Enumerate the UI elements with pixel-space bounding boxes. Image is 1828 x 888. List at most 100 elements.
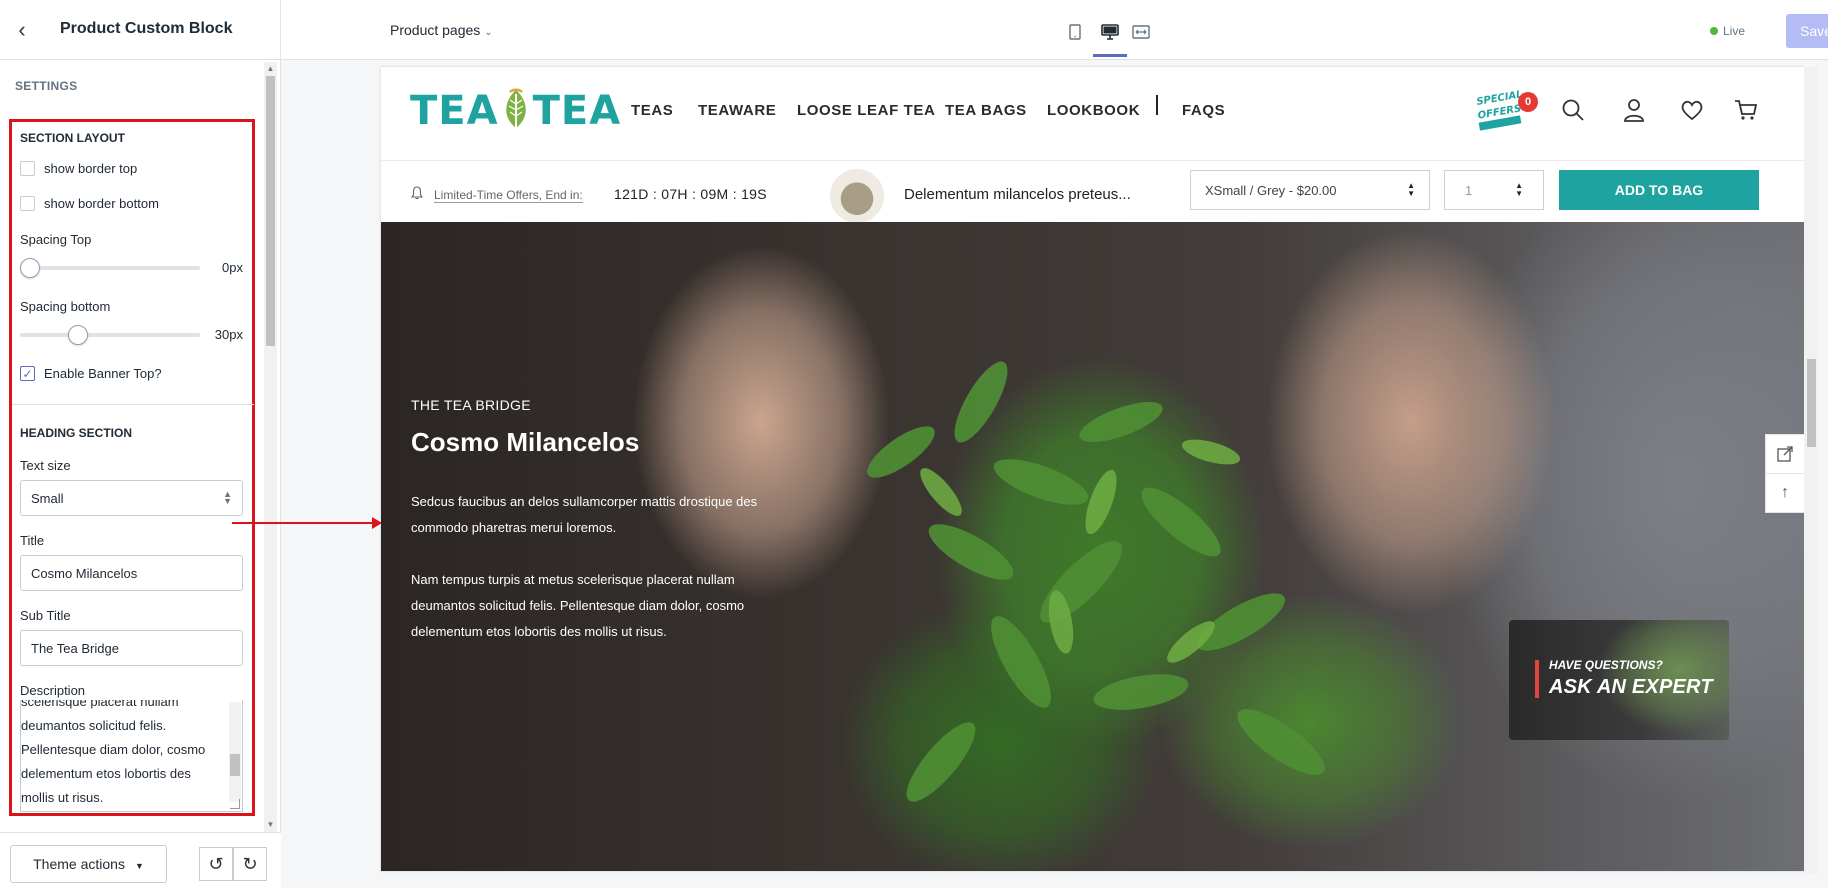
banner-subtitle: THE TEA BRIDGE xyxy=(411,397,531,413)
spacing-bottom-value: 30px xyxy=(214,327,243,342)
scrollbar-thumb[interactable] xyxy=(230,754,240,776)
variant-select[interactable]: XSmall / Grey - $20.00 ▲ ▼ xyxy=(1190,170,1430,210)
expert-question: HAVE QUESTIONS? xyxy=(1549,658,1663,672)
save-button[interactable]: Save xyxy=(1786,14,1828,48)
back-arrow-icon[interactable]: ‹ xyxy=(10,17,34,42)
select-arrows-icon: ▲ ▼ xyxy=(223,489,232,506)
nav-separator xyxy=(1156,95,1158,115)
add-to-bag-button[interactable]: ADD TO BAG xyxy=(1559,170,1759,210)
title-label: Title xyxy=(20,533,45,548)
checkbox-box[interactable] xyxy=(20,161,35,176)
scrollbar-thumb[interactable] xyxy=(266,76,275,346)
nav-lookbook[interactable]: LOOKBOOK xyxy=(1047,102,1140,119)
section-divider xyxy=(12,404,254,405)
countdown-timer: 121D : 07H : 09M : 19S xyxy=(614,186,767,202)
slider-track xyxy=(20,333,200,337)
subtitle-input[interactable]: The Tea Bridge xyxy=(20,630,243,666)
logo-text-left: TEA xyxy=(410,88,499,134)
editor-topbar: Product pages⌄ Live Save xyxy=(281,0,1828,60)
show-border-top-checkbox[interactable]: show border top xyxy=(20,161,137,176)
cart-count-badge: 0 xyxy=(1518,92,1538,112)
annotation-arrow-line xyxy=(232,522,374,524)
nav-loose-leaf-tea[interactable]: LOOSE LEAF TEA xyxy=(797,102,935,119)
product-name: Delementum milancelos preteus... xyxy=(904,186,1131,203)
back-to-top-arrow-icon[interactable]: ↑ xyxy=(1765,473,1804,513)
store-header: TEA TEA TEAS TEAWARE LOOSE LEAF TEA TEA … xyxy=(381,67,1804,160)
enable-banner-top-checkbox[interactable]: ✓ Enable Banner Top? xyxy=(20,366,162,381)
redo-icon[interactable]: ↻ xyxy=(233,847,267,881)
page-selector-dropdown[interactable]: Product pages ⌄ xyxy=(390,22,493,38)
search-icon[interactable] xyxy=(1560,97,1586,123)
theme-actions-label: Theme actions xyxy=(33,856,125,872)
live-dot-icon xyxy=(1710,27,1718,35)
resize-handle-icon[interactable] xyxy=(230,799,240,809)
settings-heading: SETTINGS xyxy=(15,79,78,93)
checkbox-label: show border top xyxy=(44,161,138,176)
spacing-top-value: 0px xyxy=(222,260,243,275)
banner-description: Sedcus faucibus an delos sullamcorper ma… xyxy=(411,494,758,639)
description-textarea[interactable]: scelerisque placerat nullam deumantos so… xyxy=(20,700,243,812)
description-text: scelerisque placerat nullam deumantos so… xyxy=(21,700,206,805)
cart-icon[interactable] xyxy=(1733,97,1759,123)
editor-sidebar: ‹ Product Custom Block SETTINGS SECTION … xyxy=(0,0,281,888)
wishlist-heart-icon[interactable] xyxy=(1679,97,1705,123)
quantity-value: 1 xyxy=(1465,182,1473,198)
banner-title: Cosmo Milancelos xyxy=(411,427,640,457)
spacing-top-slider[interactable] xyxy=(20,257,200,279)
sidebar-scrollbar[interactable]: ▲ ▼ xyxy=(264,62,277,832)
desktop-view-icon[interactable] xyxy=(1098,20,1122,44)
bell-icon xyxy=(410,186,424,203)
variant-value: XSmall / Grey - $20.00 xyxy=(1205,182,1337,198)
select-arrows-icon: ▲ ▼ xyxy=(1515,181,1523,198)
full-width-view-icon[interactable] xyxy=(1129,20,1153,44)
slider-handle[interactable] xyxy=(20,258,40,278)
ask-an-expert-card[interactable]: HAVE QUESTIONS? ASK AN EXPERT xyxy=(1509,620,1729,740)
undo-icon[interactable]: ↺ xyxy=(199,847,233,881)
chevron-down-icon: ⌄ xyxy=(484,27,493,38)
subtitle-label: Sub Title xyxy=(20,608,71,623)
product-thumbnail xyxy=(830,169,884,223)
account-icon[interactable] xyxy=(1621,97,1647,123)
show-border-bottom-checkbox[interactable]: show border bottom xyxy=(20,196,159,211)
store-logo[interactable]: TEA TEA xyxy=(410,81,621,141)
nav-teaware[interactable]: TEAWARE xyxy=(698,102,776,119)
sticky-add-to-cart-bar: Limited-Time Offers, End in: 121D : 07H … xyxy=(381,160,1804,223)
description-scrollbar[interactable] xyxy=(229,702,241,802)
preview-scrollbar[interactable] xyxy=(1804,67,1818,873)
quantity-select[interactable]: 1 ▲ ▼ xyxy=(1444,170,1544,210)
scroll-down-arrow-icon[interactable]: ▼ xyxy=(266,820,275,830)
expand-icon[interactable] xyxy=(1765,434,1804,474)
store-preview: TEA TEA TEAS TEAWARE LOOSE LEAF TEA TEA … xyxy=(381,67,1804,871)
nav-teas[interactable]: TEAS xyxy=(631,102,673,119)
spacing-bottom-label: Spacing bottom xyxy=(20,299,111,314)
hero-banner: THE TEA BRIDGE Cosmo Milancelos Sedcus f… xyxy=(381,222,1804,871)
checkbox-checked-icon[interactable]: ✓ xyxy=(20,366,35,381)
checkbox-box[interactable] xyxy=(20,196,35,211)
slider-handle[interactable] xyxy=(68,325,88,345)
text-size-select[interactable]: Small ▲ ▼ xyxy=(20,480,243,516)
checkbox-label: Enable Banner Top? xyxy=(44,366,162,381)
nav-tea-bags[interactable]: TEA BAGS xyxy=(945,102,1027,119)
leaf-logo-icon xyxy=(505,88,526,132)
page-selector-label: Product pages xyxy=(390,22,481,38)
select-arrows-icon: ▲ ▼ xyxy=(1407,181,1415,198)
caret-down-icon: ▼ xyxy=(134,860,144,871)
slider-track xyxy=(20,266,200,270)
expert-title: ASK AN EXPERT xyxy=(1549,676,1713,698)
section-layout-heading: SECTION LAYOUT xyxy=(20,131,125,145)
spacing-top-label: Spacing Top xyxy=(20,232,92,247)
offer-label: Limited-Time Offers, End in: xyxy=(434,188,583,203)
mobile-view-icon[interactable] xyxy=(1063,20,1087,44)
spacing-bottom-slider[interactable] xyxy=(20,324,200,346)
checkbox-label: show border bottom xyxy=(44,196,159,211)
title-input[interactable]: Cosmo Milancelos xyxy=(20,555,243,591)
nav-faqs[interactable]: FAQS xyxy=(1182,102,1225,119)
scrollbar-thumb[interactable] xyxy=(1807,359,1816,447)
text-size-value: Small xyxy=(31,490,64,506)
scroll-up-arrow-icon[interactable]: ▲ xyxy=(266,64,275,74)
accent-bar xyxy=(1535,660,1539,698)
heading-section-heading: HEADING SECTION xyxy=(20,426,133,440)
active-view-indicator xyxy=(1093,54,1127,57)
theme-actions-button[interactable]: Theme actions ▼ xyxy=(10,845,167,883)
sidebar-header: ‹ Product Custom Block xyxy=(0,0,281,60)
